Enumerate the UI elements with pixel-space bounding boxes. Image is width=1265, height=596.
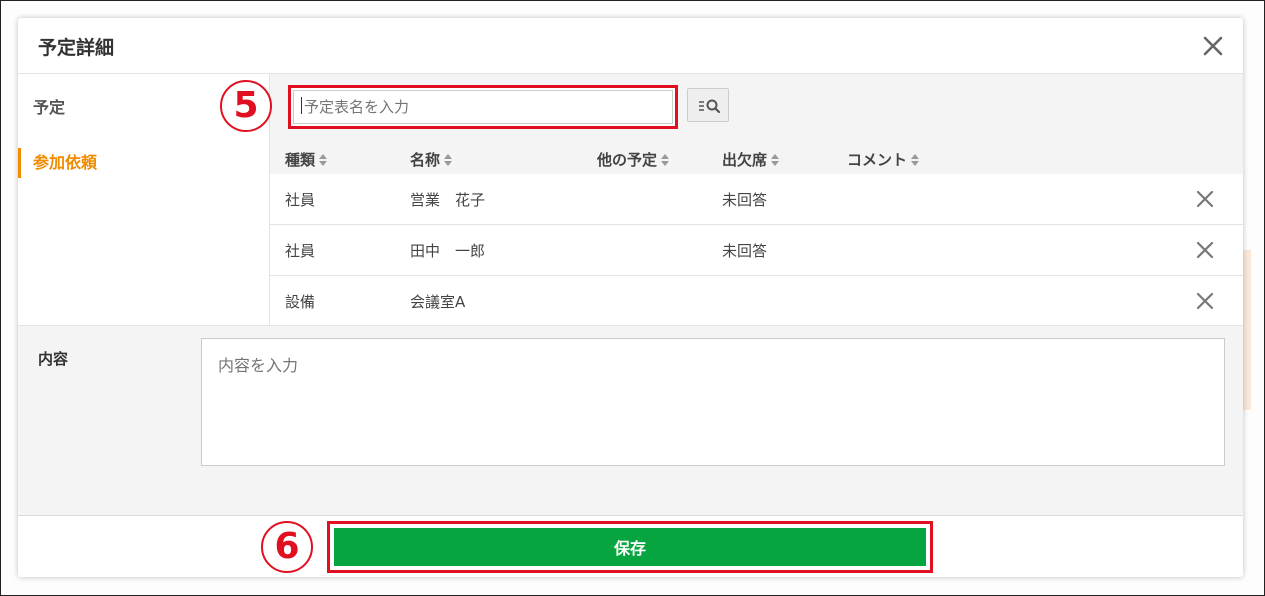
remove-row-icon[interactable] <box>1196 292 1214 310</box>
dialog-header: 予定詳細 <box>18 18 1243 74</box>
cell-name: 営業 花子 <box>410 191 486 209</box>
search-highlight-box <box>288 85 678 129</box>
schedule-name-input[interactable] <box>293 90 673 124</box>
text-caret <box>301 97 302 114</box>
column-attendance-label: 出欠席 <box>722 151 768 169</box>
cell-type: 社員 <box>285 191 316 209</box>
save-highlight-box: 保存 <box>327 521 933 573</box>
column-comment-label: コメント <box>847 151 908 169</box>
column-comment[interactable]: コメント <box>847 149 920 171</box>
dialog-footer: 保存 <box>18 515 1243 577</box>
remove-row-icon[interactable] <box>1196 190 1214 208</box>
sort-icon <box>318 153 328 171</box>
participants-panel: 種類 名称 他の予定 出欠席 コメント 社員 営業 花子 未回答 社員 田中 一… <box>269 74 1243 325</box>
search-bar <box>270 74 1243 141</box>
cell-name: 田中 一郎 <box>410 242 486 260</box>
column-other-schedule[interactable]: 他の予定 <box>597 149 670 171</box>
step-marker-6: 6 <box>261 521 313 573</box>
background-accent <box>1243 250 1251 410</box>
column-attendance[interactable]: 出欠席 <box>722 149 780 171</box>
cell-type: 設備 <box>285 293 316 311</box>
memo-section: 内容 <box>18 325 1243 515</box>
sort-icon <box>443 153 453 171</box>
sort-icon <box>660 153 670 171</box>
column-type-label: 種類 <box>285 151 316 169</box>
table-row: 設備 会議室A <box>270 276 1243 325</box>
cell-type: 社員 <box>285 242 316 260</box>
schedule-detail-dialog: 予定詳細 予定 参加依頼 種類 名称 <box>18 18 1243 577</box>
cell-name: 会議室A <box>410 293 466 311</box>
column-name-label: 名称 <box>410 151 441 169</box>
memo-textarea[interactable] <box>201 338 1225 466</box>
column-name[interactable]: 名称 <box>410 149 453 171</box>
table-row: 社員 営業 花子 未回答 <box>270 174 1243 225</box>
dialog-title: 予定詳細 <box>38 37 115 59</box>
column-other-schedule-label: 他の予定 <box>597 151 658 169</box>
list-search-icon[interactable] <box>687 88 729 122</box>
remove-row-icon[interactable] <box>1196 241 1214 259</box>
sort-icon <box>770 153 780 171</box>
memo-label: 内容 <box>38 350 69 368</box>
step-marker-5: 5 <box>220 80 272 132</box>
save-button[interactable]: 保存 <box>334 528 926 566</box>
sidebar-item-participation-request[interactable]: 参加依頼 <box>18 148 269 178</box>
table-header: 種類 名称 他の予定 出欠席 コメント <box>270 141 1243 174</box>
close-icon[interactable] <box>1201 34 1225 58</box>
column-type[interactable]: 種類 <box>285 149 328 171</box>
table-row: 社員 田中 一郎 未回答 <box>270 225 1243 276</box>
sort-icon <box>910 153 920 171</box>
cell-attendance: 未回答 <box>722 191 768 209</box>
cell-attendance: 未回答 <box>722 242 768 260</box>
